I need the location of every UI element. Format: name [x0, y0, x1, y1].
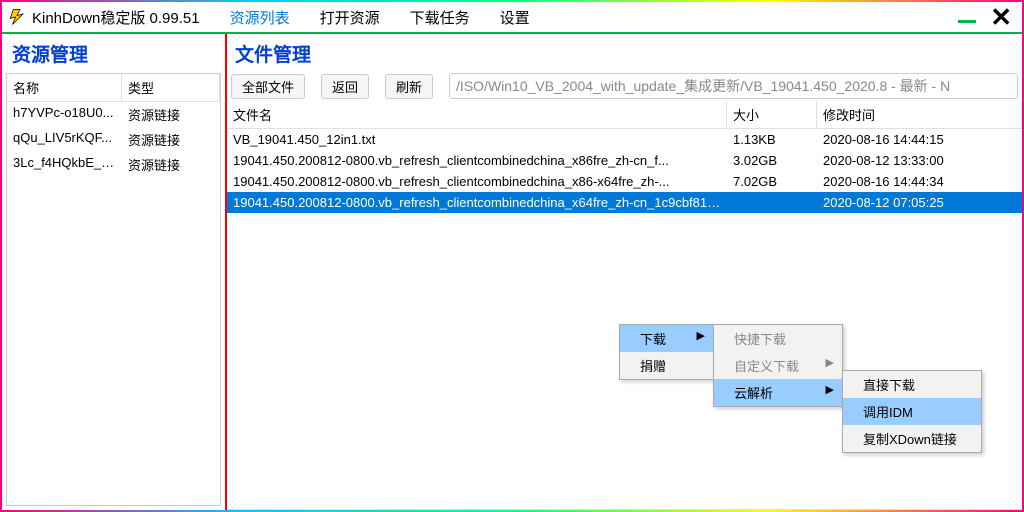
resource-row[interactable]: h7YVPc-o18U0... 资源链接 [7, 102, 220, 127]
file-grid: 文件名 大小 修改时间 VB_19041.450_12in1.txt 1.13K… [227, 101, 1022, 510]
file-toolbar: 全部文件 返回 刷新 /ISO/Win10_VB_2004_with_updat… [227, 71, 1022, 101]
context-menu-2: 快捷下载 自定义下载 ▶ 云解析 ▶ [713, 324, 843, 407]
sidebar: 资源管理 名称 类型 h7YVPc-o18U0... 资源链接 qQu_LIV5… [2, 34, 227, 510]
sidebar-title: 资源管理 [2, 34, 225, 71]
ctx-download[interactable]: 下载 ▶ [620, 325, 713, 352]
ctx-call-idm[interactable]: 调用IDM [843, 398, 981, 425]
app-title: KinhDown稳定版 0.99.51 [32, 7, 200, 28]
col-filename[interactable]: 文件名 [227, 101, 727, 128]
ctx-direct-download[interactable]: 直接下载 [843, 371, 981, 398]
minimize-icon[interactable] [958, 20, 976, 23]
resource-table: 名称 类型 h7YVPc-o18U0... 资源链接 qQu_LIV5rKQF.… [6, 73, 221, 506]
resource-row[interactable]: qQu_LIV5rKQF... 资源链接 [7, 127, 220, 152]
refresh-button[interactable]: 刷新 [385, 74, 433, 99]
main-title: 文件管理 [227, 34, 1022, 71]
nav-download-tasks[interactable]: 下载任务 [410, 7, 470, 28]
nav-open-resource[interactable]: 打开资源 [320, 7, 380, 28]
all-files-button[interactable]: 全部文件 [231, 74, 305, 99]
close-icon[interactable]: ✕ [986, 7, 1016, 27]
chevron-right-icon: ▶ [826, 356, 834, 369]
file-row[interactable]: VB_19041.450_12in1.txt 1.13KB 2020-08-16… [227, 129, 1022, 150]
titlebar: KinhDown稳定版 0.99.51 资源列表 打开资源 下载任务 设置 ✕ [2, 2, 1022, 34]
ctx-custom-download[interactable]: 自定义下载 ▶ [714, 352, 842, 379]
ctx-donate[interactable]: 捐赠 [620, 352, 713, 379]
ctx-cloud-parse[interactable]: 云解析 ▶ [714, 379, 842, 406]
back-button[interactable]: 返回 [321, 74, 369, 99]
chevron-right-icon: ▶ [697, 329, 705, 342]
col-type[interactable]: 类型 [122, 74, 220, 101]
ctx-fast-download[interactable]: 快捷下载 [714, 325, 842, 352]
context-menu-3: 直接下载 调用IDM 复制XDown链接 [842, 370, 982, 453]
resource-row[interactable]: 3Lc_f4HQkbE_n... 资源链接 [7, 152, 220, 177]
col-name[interactable]: 名称 [7, 74, 122, 101]
resource-table-header: 名称 类型 [7, 74, 220, 102]
app-logo-icon [8, 8, 26, 26]
app-window: KinhDown稳定版 0.99.51 资源列表 打开资源 下载任务 设置 ✕ … [0, 0, 1024, 512]
main-nav: 资源列表 打开资源 下载任务 设置 [230, 7, 530, 28]
ctx-copy-xdown[interactable]: 复制XDown链接 [843, 425, 981, 452]
col-mtime[interactable]: 修改时间 [817, 101, 1022, 128]
file-row[interactable]: 19041.450.200812-0800.vb_refresh_clientc… [227, 192, 1022, 213]
file-row[interactable]: 19041.450.200812-0800.vb_refresh_clientc… [227, 150, 1022, 171]
path-input[interactable]: /ISO/Win10_VB_2004_with_update_集成更新/VB_1… [449, 73, 1018, 99]
window-buttons: ✕ [958, 7, 1016, 27]
chevron-right-icon: ▶ [826, 383, 834, 396]
nav-resource-list[interactable]: 资源列表 [230, 7, 290, 28]
file-row[interactable]: 19041.450.200812-0800.vb_refresh_clientc… [227, 171, 1022, 192]
content: 资源管理 名称 类型 h7YVPc-o18U0... 资源链接 qQu_LIV5… [2, 34, 1022, 510]
col-size[interactable]: 大小 [727, 101, 817, 128]
main-panel: 文件管理 全部文件 返回 刷新 /ISO/Win10_VB_2004_with_… [227, 34, 1022, 510]
file-grid-header: 文件名 大小 修改时间 [227, 101, 1022, 129]
context-menu-1: 下载 ▶ 捐赠 [619, 324, 714, 380]
nav-settings[interactable]: 设置 [500, 7, 530, 28]
